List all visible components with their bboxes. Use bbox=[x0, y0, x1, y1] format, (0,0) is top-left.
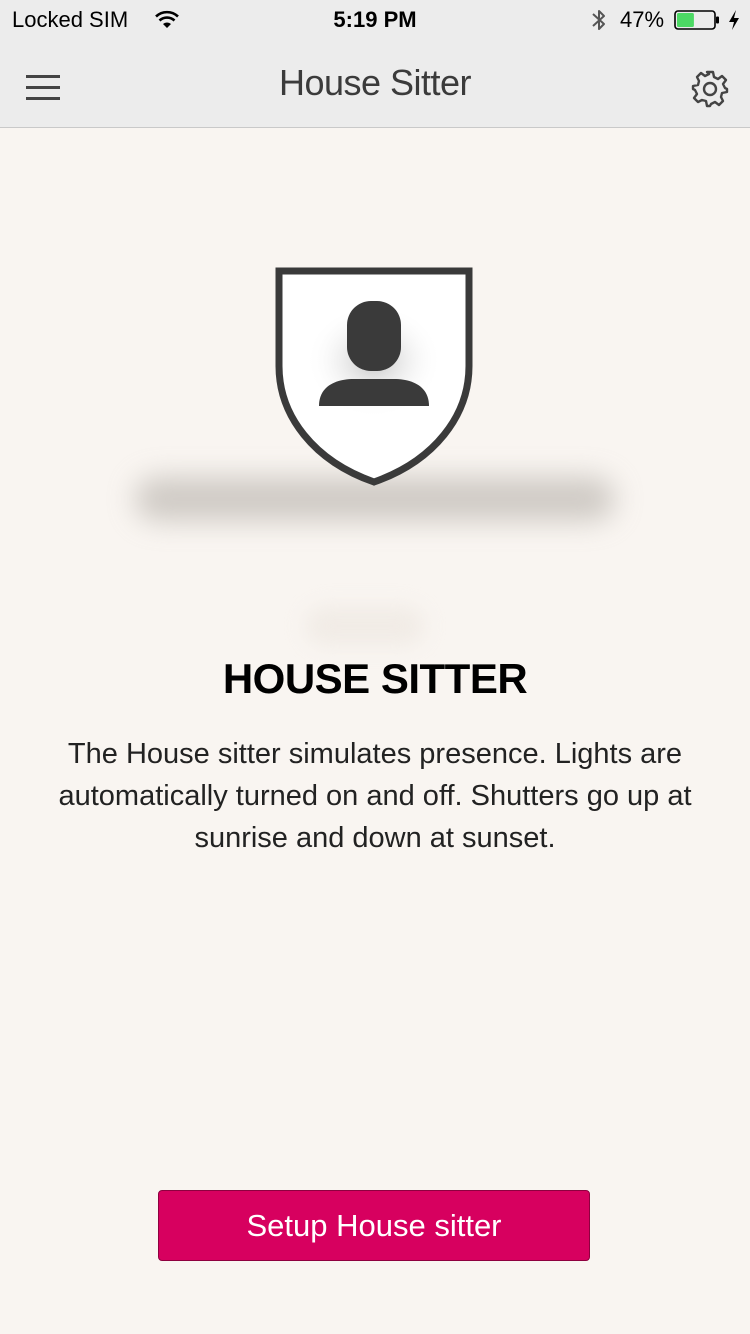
gear-icon[interactable] bbox=[688, 67, 732, 111]
feature-description: The House sitter simulates presence. Lig… bbox=[58, 738, 692, 854]
page-title: House Sitter bbox=[278, 62, 472, 103]
setup-house-sitter-button[interactable]: Setup House sitter bbox=[158, 1190, 590, 1261]
hero-illustration bbox=[0, 128, 750, 648]
feature-heading: HOUSE SITTER bbox=[222, 655, 528, 702]
bluetooth-icon bbox=[592, 10, 605, 30]
decorative-shadow-small bbox=[305, 606, 425, 646]
battery-percent: 47% bbox=[620, 7, 665, 32]
shield-person-icon bbox=[275, 267, 473, 486]
status-bar: Locked SIM 5:19 PM 47% bbox=[0, 0, 750, 40]
charging-icon bbox=[729, 10, 739, 30]
battery-icon bbox=[674, 10, 719, 30]
navigation-bar: House Sitter bbox=[0, 40, 750, 128]
